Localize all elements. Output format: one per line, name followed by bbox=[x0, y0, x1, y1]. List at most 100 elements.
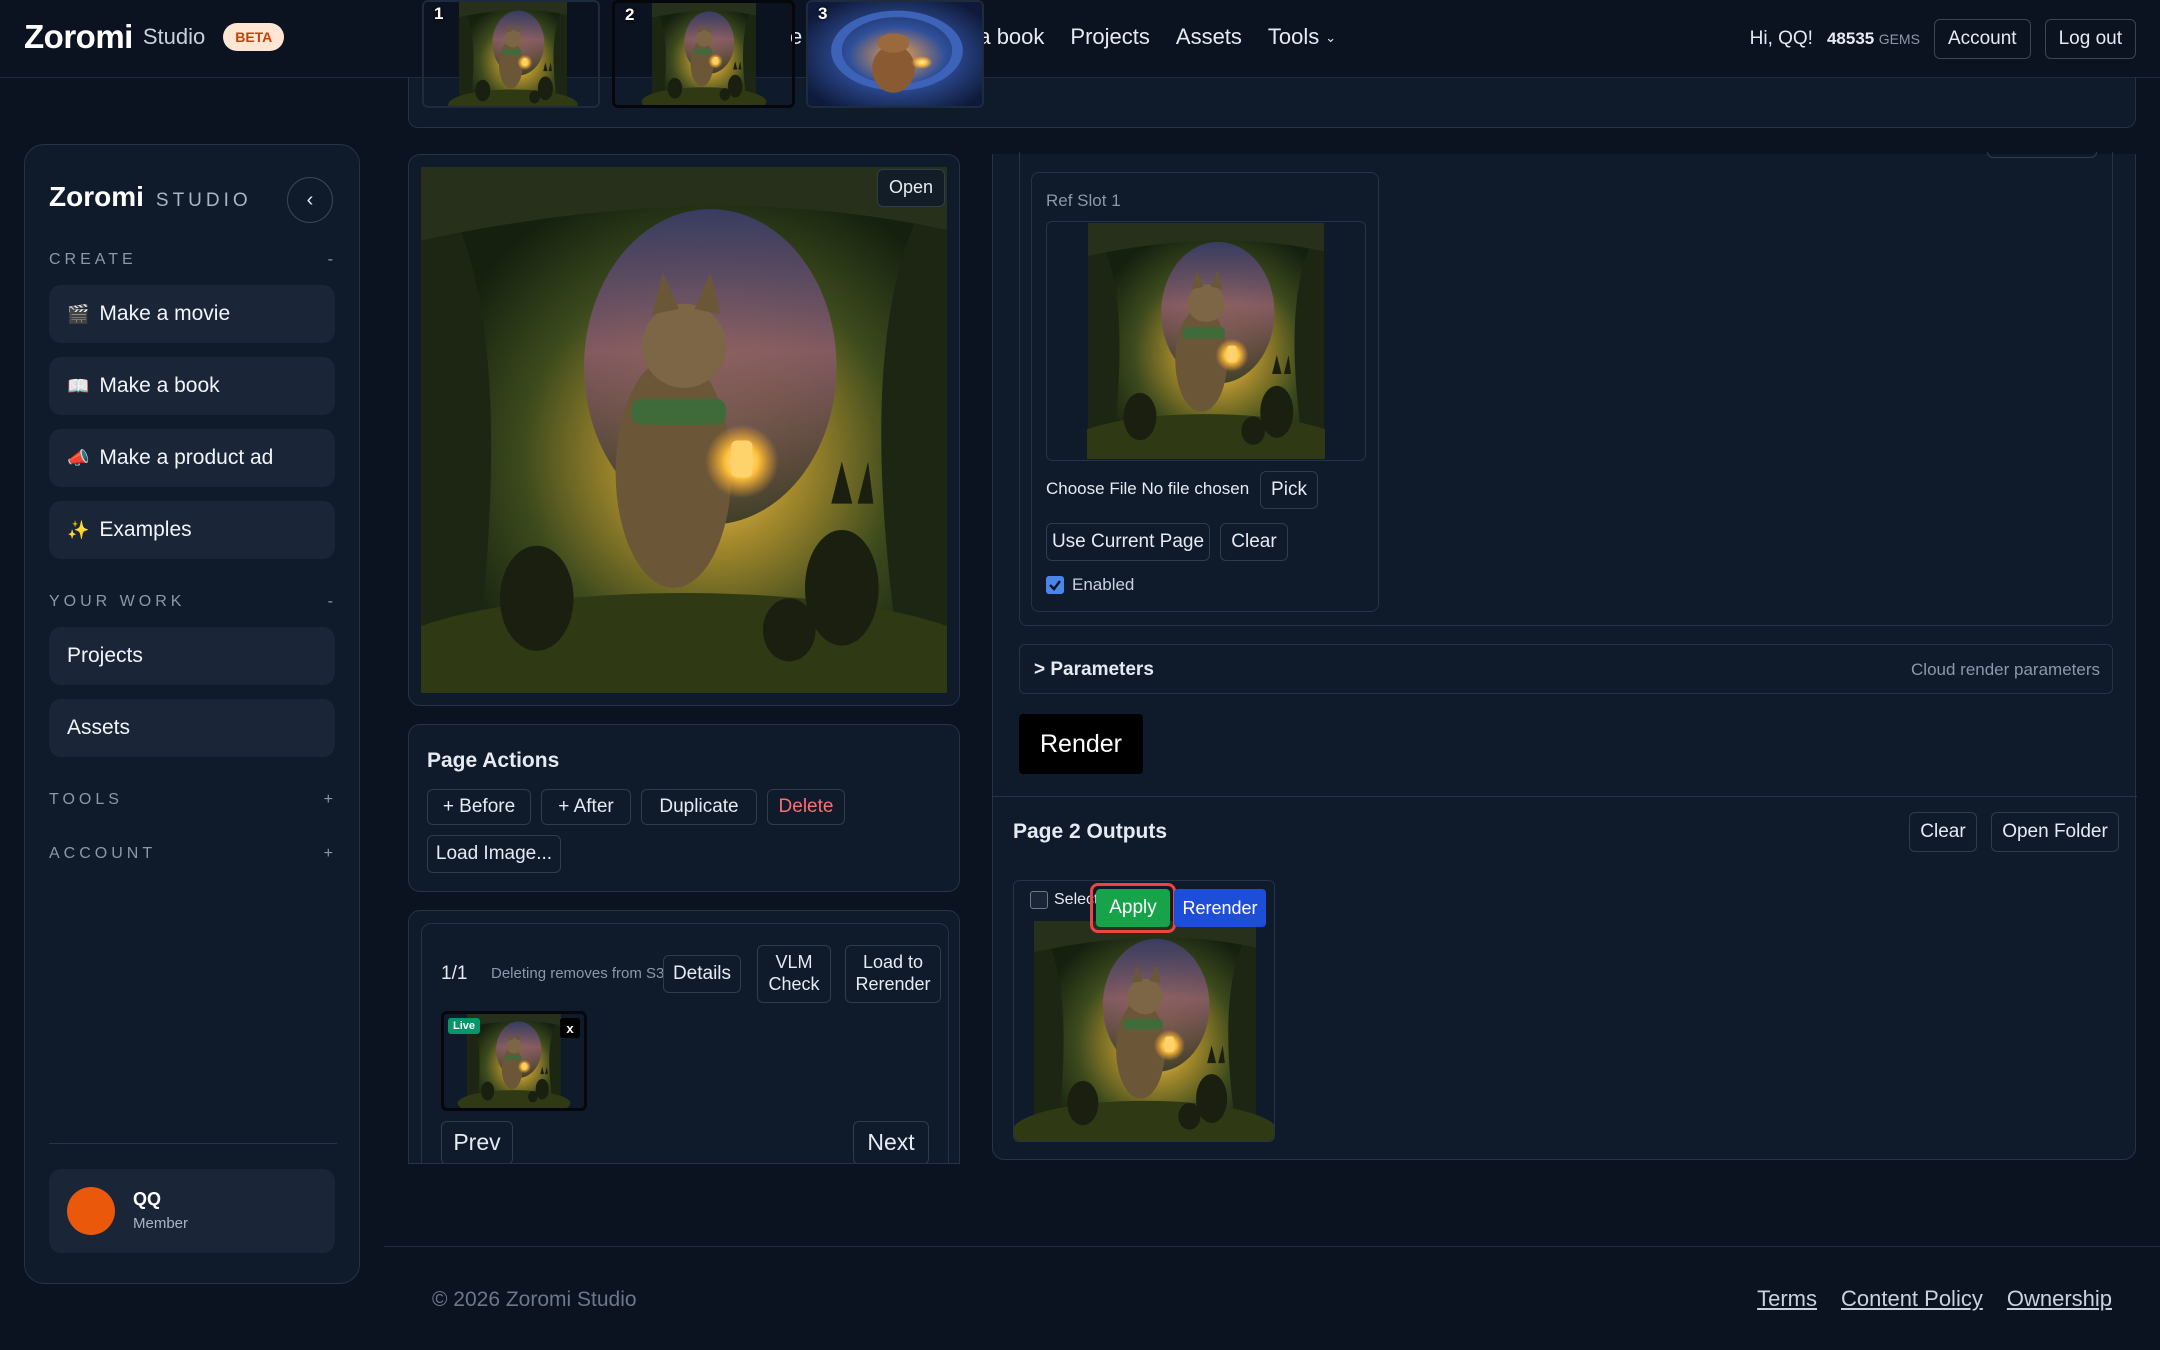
prev-button[interactable]: Prev bbox=[441, 1121, 513, 1163]
sidebar-item-make-a-movie[interactable]: 🎬 Make a movie bbox=[49, 285, 335, 343]
delete-page-button[interactable]: Delete bbox=[767, 789, 845, 825]
sidebar-item-examples[interactable]: ✨ Examples bbox=[49, 501, 335, 559]
page-thumbnail-1[interactable]: 1 bbox=[422, 0, 600, 108]
sidebar-item-make-a-book[interactable]: 📖 Make a book bbox=[49, 357, 335, 415]
details-button[interactable]: Details bbox=[663, 955, 741, 993]
choose-file-button[interactable]: Choose File bbox=[1046, 479, 1137, 498]
section-account-header[interactable]: ACCOUNT + bbox=[49, 845, 337, 863]
load-to-rerender-button[interactable]: Load to Rerender bbox=[845, 945, 941, 1003]
copyright: © 2026 Zoromi Studio bbox=[432, 1288, 637, 1311]
vlm-check-button[interactable]: VLM Check bbox=[757, 945, 831, 1003]
enabled-toggle[interactable]: Enabled bbox=[1046, 575, 1134, 595]
ref-slot-title: Ref Slot 1 bbox=[1046, 191, 1121, 210]
top-bar: Zoromi Studio BETA e a book Projects Ass… bbox=[0, 0, 2160, 78]
account-area: Hi, QQ! 48535 GEMS Account Log out bbox=[1750, 19, 2136, 59]
sidebar-item-make-a-product-ad[interactable]: 📣 Make a product ad bbox=[49, 429, 335, 487]
section-tools-header[interactable]: TOOLS + bbox=[49, 791, 337, 809]
sparkles-icon: ✨ bbox=[67, 519, 90, 540]
remove-version-button[interactable]: x bbox=[560, 1018, 580, 1038]
terms-link[interactable]: Terms bbox=[1757, 1286, 1817, 1312]
apply-button[interactable]: Apply bbox=[1096, 889, 1170, 927]
clear-ref-button[interactable]: Clear bbox=[1220, 523, 1288, 561]
page-actions-title: Page Actions bbox=[427, 749, 560, 772]
ownership-link[interactable]: Ownership bbox=[2007, 1286, 2112, 1312]
render-versions-panel: 1/1 Deleting removes from S3 Details VLM… bbox=[408, 910, 960, 1164]
outputs-title: Page 2 Outputs bbox=[1013, 820, 1168, 843]
nav-assets[interactable]: Assets bbox=[1176, 24, 1242, 50]
sidebar-brand-sub: STUDIO bbox=[155, 190, 252, 211]
check-icon bbox=[1049, 580, 1061, 591]
file-input[interactable]: Choose File No file chosen bbox=[1046, 479, 1249, 499]
add-page-before-button[interactable]: + Before bbox=[427, 789, 531, 825]
megaphone-icon: 📣 bbox=[67, 447, 90, 468]
use-current-page-button[interactable]: Use Current Page bbox=[1046, 523, 1210, 561]
enabled-label: Enabled bbox=[1072, 575, 1135, 594]
chevron-down-icon: ⌄ bbox=[1325, 30, 1337, 46]
page-number: 3 bbox=[818, 4, 828, 23]
sidebar-item-label: Examples bbox=[99, 518, 192, 541]
select-checkbox[interactable] bbox=[1030, 891, 1048, 909]
sidebar-item-label: Projects bbox=[67, 644, 143, 667]
account-button[interactable]: Account bbox=[1933, 19, 2031, 59]
pick-button[interactable]: Pick bbox=[1260, 471, 1318, 509]
render-settings-panel: Ref Slot 1 Choose File No file chosen Pi… bbox=[992, 152, 2137, 1160]
enabled-checkbox[interactable] bbox=[1046, 576, 1064, 594]
footer-divider bbox=[384, 1246, 2160, 1247]
load-image-button[interactable]: Load Image... bbox=[427, 835, 561, 873]
ref-slot-preview-frame bbox=[1046, 221, 1366, 461]
section-account-label: ACCOUNT bbox=[49, 845, 157, 862]
parameters-hint: Cloud render parameters bbox=[1911, 660, 2100, 679]
output-card[interactable]: Select Apply Rerender bbox=[1013, 880, 1275, 1142]
section-your-work-header[interactable]: YOUR WORK - bbox=[49, 593, 337, 611]
section-create-header[interactable]: CREATE - bbox=[49, 251, 337, 269]
content-policy-link[interactable]: Content Policy bbox=[1841, 1286, 1983, 1312]
duplicate-page-button[interactable]: Duplicate bbox=[641, 789, 757, 825]
page-thumbnail-3[interactable]: 3 bbox=[806, 0, 984, 108]
sidebar-item-assets[interactable]: Assets bbox=[49, 699, 335, 757]
logout-button[interactable]: Log out bbox=[2044, 19, 2136, 59]
section-tools-label: TOOLS bbox=[49, 791, 123, 808]
book-icon: 📖 bbox=[67, 375, 90, 396]
logo-subtitle: Studio bbox=[142, 24, 206, 49]
main-nav: e a book Projects Assets Tools ⌄ bbox=[960, 24, 1336, 50]
page-preview-image[interactable] bbox=[421, 167, 947, 693]
open-image-button[interactable]: Open bbox=[877, 169, 945, 207]
page-number: 1 bbox=[434, 4, 444, 23]
render-button[interactable]: Render bbox=[1019, 714, 1143, 774]
live-badge: Live bbox=[448, 1018, 481, 1034]
page-number: 2 bbox=[625, 5, 635, 24]
sidebar: Zoromi STUDIO ‹ CREATE - 🎬 Make a movie … bbox=[24, 144, 360, 1284]
parameters-accordion[interactable]: > Parameters Cloud render parameters bbox=[1019, 644, 2113, 694]
open-folder-button[interactable]: Open Folder bbox=[1991, 812, 2119, 852]
page-preview-panel: Open bbox=[408, 154, 960, 706]
sidebar-item-label: Make a movie bbox=[99, 302, 231, 325]
app-logo[interactable]: Zoromi Studio BETA bbox=[24, 18, 285, 56]
output-image bbox=[1014, 921, 1275, 1142]
partial-button[interactable] bbox=[1987, 152, 2097, 158]
nav-projects[interactable]: Projects bbox=[1070, 24, 1149, 50]
rerender-button[interactable]: Rerender bbox=[1174, 889, 1266, 927]
sidebar-divider bbox=[49, 1143, 337, 1144]
sidebar-item-label: Make a book bbox=[99, 374, 220, 397]
clear-outputs-button[interactable]: Clear bbox=[1909, 812, 1977, 852]
clapper-icon: 🎬 bbox=[67, 303, 90, 324]
collapse-sidebar-button[interactable]: ‹ bbox=[287, 177, 333, 223]
user-role: Member bbox=[133, 1215, 189, 1232]
next-button[interactable]: Next bbox=[853, 1121, 929, 1163]
greeting: Hi, QQ! bbox=[1749, 28, 1813, 49]
select-output-toggle[interactable]: Select bbox=[1030, 891, 1098, 909]
sidebar-item-projects[interactable]: Projects bbox=[49, 627, 335, 685]
expand-icon: + bbox=[323, 791, 337, 808]
no-file-label: No file chosen bbox=[1141, 479, 1250, 498]
section-your-work-label: YOUR WORK bbox=[49, 593, 186, 610]
chevron-left-icon: ‹ bbox=[306, 188, 314, 211]
page-thumbnail-2[interactable]: 2 bbox=[612, 0, 795, 108]
sidebar-item-label: Assets bbox=[67, 716, 131, 739]
user-card[interactable]: QQ Member bbox=[49, 1169, 335, 1253]
collapse-icon: - bbox=[327, 593, 337, 610]
sidebar-item-label: Make a product ad bbox=[99, 446, 274, 469]
ref-slot-image bbox=[1087, 223, 1325, 459]
version-thumbnail[interactable]: Live x bbox=[441, 1011, 587, 1111]
nav-tools[interactable]: Tools ⌄ bbox=[1268, 24, 1336, 50]
add-page-after-button[interactable]: + After bbox=[541, 789, 631, 825]
